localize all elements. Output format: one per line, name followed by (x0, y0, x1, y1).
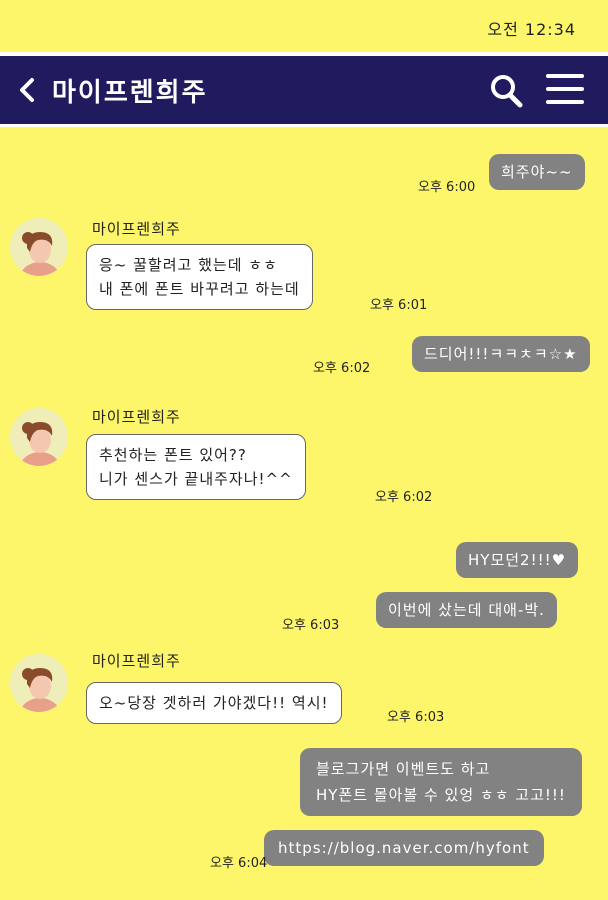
message-time: 오후 6:00 (418, 180, 476, 195)
avatar-icon (10, 408, 68, 466)
incoming-message[interactable]: 응~ 꿀할려고 했는데 ㅎㅎ 내 폰에 폰트 바꾸려고 하는데 (86, 244, 313, 310)
incoming-message[interactable]: 오~당장 겟하러 가야겠다!! 역시! (86, 682, 342, 724)
outgoing-message[interactable]: 드디어!!!ㅋㅋㅊㅋ☆★ (412, 336, 590, 372)
message-line: 응~ 꿀할려고 했는데 ㅎㅎ (99, 256, 278, 274)
incoming-message[interactable]: 추천하는 폰트 있어?? 니가 센스가 끝내주자나!^^ (86, 434, 306, 500)
back-icon[interactable] (14, 72, 44, 108)
sender-name: 마이프렌희주 (92, 408, 181, 426)
outgoing-message[interactable]: 희주야~~ (489, 154, 585, 190)
menu-icon[interactable] (546, 70, 586, 110)
message-time: 오후 6:02 (375, 490, 433, 505)
message-time: 오후 6:03 (282, 618, 340, 633)
sender-name: 마이프렌희주 (92, 220, 181, 238)
status-time: 오전 12:34 (487, 20, 576, 39)
avatar-icon (10, 218, 68, 276)
message-line: 내 폰에 폰트 바꾸려고 하는데 (99, 280, 300, 298)
search-icon[interactable] (488, 70, 526, 110)
message-time: 오후 6:04 (210, 856, 268, 871)
message-line: 블로그가면 이벤트도 하고 (316, 760, 491, 778)
avatar[interactable] (10, 218, 68, 276)
outgoing-message[interactable]: HY모던2!!!♥ (456, 542, 579, 578)
avatar-icon (10, 654, 68, 712)
link-message[interactable]: https://blog.naver.com/hyfont (264, 830, 544, 866)
outgoing-message[interactable]: 블로그가면 이벤트도 하고 HY폰트 몰아볼 수 있엉 ㅎㅎ 고고!!! (300, 748, 582, 816)
message-time: 오후 6:03 (387, 710, 445, 725)
message-time: 오후 6:01 (370, 298, 428, 313)
message-line: 니가 센스가 끝내주자나!^^ (99, 470, 293, 488)
message-line: HY폰트 몰아볼 수 있엉 ㅎㅎ 고고!!! (316, 786, 566, 804)
chat-header: 마이프렌희주 (0, 56, 608, 124)
message-line: 추천하는 폰트 있어?? (99, 446, 247, 464)
sender-name: 마이프렌희주 (92, 652, 181, 670)
avatar[interactable] (10, 654, 68, 712)
divider (0, 124, 608, 127)
chat-title: 마이프렌희주 (52, 78, 208, 108)
status-bar: 오전 12:34 (0, 0, 608, 52)
message-time: 오후 6:02 (313, 361, 371, 376)
outgoing-message[interactable]: 이번에 샀는데 대애-박. (376, 592, 557, 628)
avatar[interactable] (10, 408, 68, 466)
message-line: 오~당장 겟하러 가야겠다!! 역시! (99, 694, 329, 712)
